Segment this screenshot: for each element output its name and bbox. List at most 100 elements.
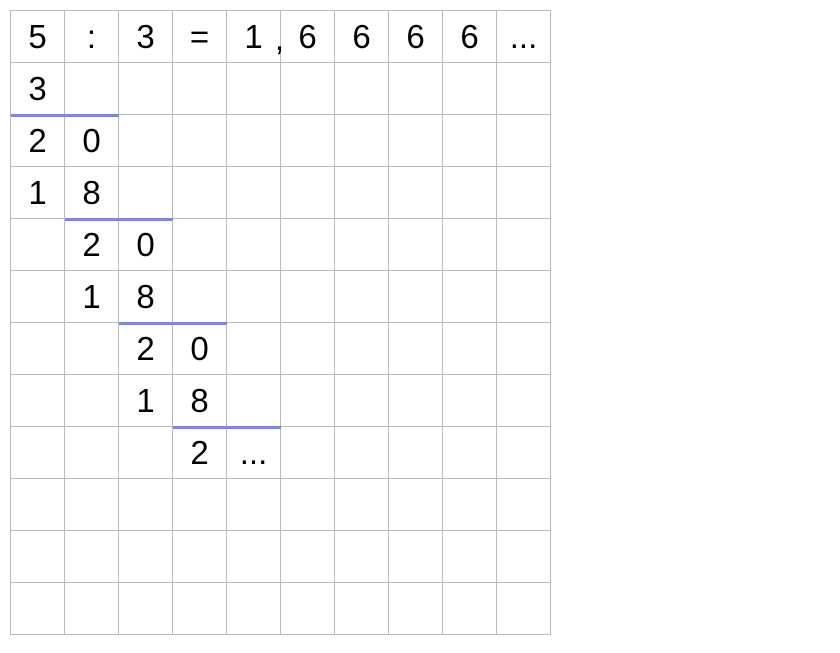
cell [173, 271, 227, 323]
cell [497, 479, 551, 531]
cell [497, 115, 551, 167]
cell [227, 531, 281, 583]
grid-row: 2 0 [11, 219, 551, 271]
cell [227, 115, 281, 167]
cell: = [173, 11, 227, 63]
cell: 2 [11, 115, 65, 167]
cell [443, 167, 497, 219]
cell: 0 [65, 115, 119, 167]
cell [173, 531, 227, 583]
cell: 1 [119, 375, 173, 427]
cell [65, 531, 119, 583]
cell [119, 531, 173, 583]
cell [335, 375, 389, 427]
cell [11, 375, 65, 427]
cell [227, 219, 281, 271]
cell [119, 63, 173, 115]
cell [335, 531, 389, 583]
cell [227, 167, 281, 219]
cell [227, 271, 281, 323]
grid-row: 2 0 [11, 323, 551, 375]
grid-row: 2 ... [11, 427, 551, 479]
cell [65, 583, 119, 635]
cell: 8 [65, 167, 119, 219]
cell [173, 115, 227, 167]
cell [389, 63, 443, 115]
cell [281, 479, 335, 531]
cell [65, 375, 119, 427]
cell [443, 531, 497, 583]
cell [497, 375, 551, 427]
cell [11, 583, 65, 635]
cell [281, 63, 335, 115]
grid-row [11, 479, 551, 531]
grid-table: 5 : 3 = 1 , 6 6 6 6 ... 3 [10, 10, 551, 635]
cell: 6 [335, 11, 389, 63]
cell [281, 375, 335, 427]
cell [497, 427, 551, 479]
cell [11, 427, 65, 479]
cell [497, 167, 551, 219]
cell: 0 [173, 323, 227, 375]
cell [443, 63, 497, 115]
cell [173, 583, 227, 635]
cell [497, 323, 551, 375]
cell [11, 479, 65, 531]
cell [335, 427, 389, 479]
cell [11, 531, 65, 583]
cell [173, 167, 227, 219]
cell: 0 [119, 219, 173, 271]
cell: 1 [65, 271, 119, 323]
subtraction-line-3 [119, 322, 227, 325]
cell [497, 63, 551, 115]
cell [443, 323, 497, 375]
cell [65, 323, 119, 375]
cell: 2 [119, 323, 173, 375]
cell [281, 167, 335, 219]
cell [335, 479, 389, 531]
grid-row [11, 583, 551, 635]
cell [389, 427, 443, 479]
cell: 6 [389, 11, 443, 63]
cell [173, 479, 227, 531]
long-division-sheet: 5 : 3 = 1 , 6 6 6 6 ... 3 [10, 10, 551, 635]
cell [335, 583, 389, 635]
cell: ... [497, 11, 551, 63]
cell [443, 219, 497, 271]
cell [119, 583, 173, 635]
cell [281, 271, 335, 323]
grid-row [11, 531, 551, 583]
cell [497, 531, 551, 583]
cell [173, 219, 227, 271]
cell: 6 [443, 11, 497, 63]
cell [119, 427, 173, 479]
cell [281, 427, 335, 479]
cell [335, 115, 389, 167]
cell [65, 63, 119, 115]
cell [227, 479, 281, 531]
cell: 2 [173, 427, 227, 479]
quotient-digit: 1 [244, 18, 262, 56]
cell [335, 271, 389, 323]
cell [497, 271, 551, 323]
subtraction-line-2 [65, 218, 173, 221]
cell [389, 375, 443, 427]
cell: 8 [173, 375, 227, 427]
cell [281, 323, 335, 375]
cell: 5 [11, 11, 65, 63]
grid-row: 1 8 [11, 167, 551, 219]
grid-row: 3 [11, 63, 551, 115]
cell [335, 323, 389, 375]
cell [65, 479, 119, 531]
cell: 1 , [227, 11, 281, 63]
cell [443, 427, 497, 479]
grid-row: 2 0 [11, 115, 551, 167]
cell [281, 115, 335, 167]
cell: ... [227, 427, 281, 479]
cell [11, 271, 65, 323]
cell [389, 271, 443, 323]
cell [227, 583, 281, 635]
cell [443, 271, 497, 323]
cell [389, 479, 443, 531]
cell [173, 63, 227, 115]
